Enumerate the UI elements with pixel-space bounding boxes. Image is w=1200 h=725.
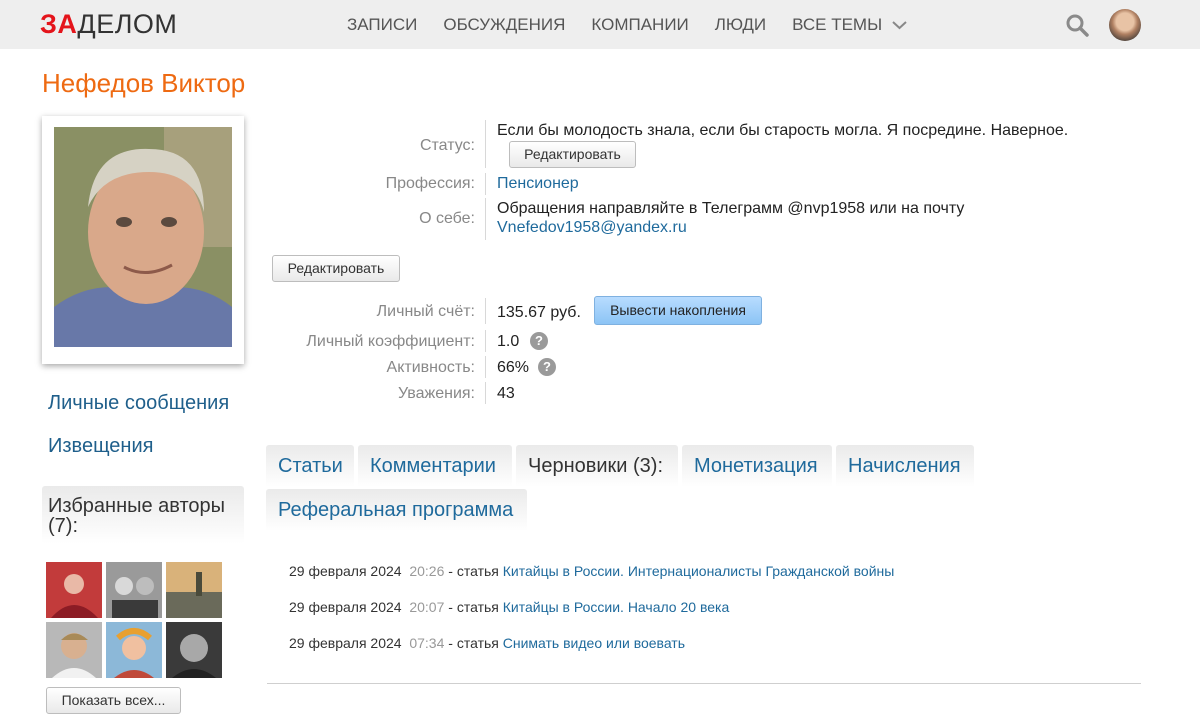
draft-item: 29 февраля 2024 20:07 - статья Китайцы в… bbox=[289, 599, 729, 615]
about-label: О себе: bbox=[419, 210, 475, 227]
profile-photo-frame bbox=[42, 116, 244, 364]
status-value: Если бы молодость знала, если бы старост… bbox=[497, 122, 1069, 139]
site-logo[interactable]: ЗАДЕЛОМ bbox=[40, 9, 177, 39]
tab-comments[interactable]: Комментарии bbox=[358, 445, 512, 487]
tab-accruals[interactable]: Начисления bbox=[836, 445, 974, 487]
info-separator bbox=[485, 298, 486, 324]
profile-photo bbox=[54, 127, 232, 347]
respect-label: Уважения: bbox=[398, 385, 475, 402]
draft-type: - статья bbox=[448, 563, 499, 579]
favorite-author-avatar[interactable] bbox=[106, 622, 162, 678]
draft-title-link[interactable]: Снимать видео или воевать bbox=[503, 635, 685, 651]
info-separator bbox=[485, 330, 486, 352]
edit-profile-button[interactable]: Редактировать bbox=[272, 255, 400, 282]
about-text: Обращения направляйте в Телеграмм @nvp19… bbox=[497, 200, 965, 217]
draft-date: 29 февраля 2024 bbox=[289, 563, 402, 579]
info-separator bbox=[485, 173, 486, 195]
help-icon[interactable]: ? bbox=[530, 332, 548, 350]
favorite-author-avatar[interactable] bbox=[46, 562, 102, 618]
nav-item-records[interactable]: ЗАПИСИ bbox=[347, 15, 417, 35]
nav-item-discussions[interactable]: ОБСУЖДЕНИЯ bbox=[443, 15, 565, 35]
favorite-authors-grid bbox=[46, 562, 224, 678]
user-avatar[interactable] bbox=[1109, 9, 1141, 41]
coefficient-label: Личный коэффициент: bbox=[306, 333, 475, 350]
page-title: Нефедов Виктор bbox=[42, 68, 246, 98]
help-icon[interactable]: ? bbox=[538, 358, 556, 376]
profession-link[interactable]: Пенсионер bbox=[497, 175, 579, 193]
tab-referral-program[interactable]: Реферальная программа bbox=[266, 489, 527, 531]
nav-item-all-topics-label: ВСЕ ТЕМЫ bbox=[792, 14, 883, 34]
about-email-link[interactable]: Vnefedov1958@yandex.ru bbox=[497, 219, 687, 237]
search-icon[interactable] bbox=[1065, 13, 1089, 37]
account-value: 135.67 руб. bbox=[497, 304, 581, 321]
favorite-author-avatar[interactable] bbox=[106, 562, 162, 618]
top-header: ЗАДЕЛОМ ЗАПИСИ ОБСУЖДЕНИЯ КОМПАНИИ ЛЮДИ … bbox=[0, 0, 1200, 49]
nav-item-all-topics[interactable]: ВСЕ ТЕМЫ bbox=[792, 15, 907, 35]
activity-value: 66% bbox=[497, 359, 530, 376]
private-messages-link[interactable]: Личные сообщения bbox=[48, 392, 229, 415]
info-separator bbox=[485, 356, 486, 378]
main-nav: ЗАПИСИ ОБСУЖДЕНИЯ КОМПАНИИ ЛЮДИ ВСЕ ТЕМЫ bbox=[347, 0, 907, 49]
info-separator bbox=[485, 198, 486, 240]
draft-type: - статья bbox=[448, 635, 499, 651]
profession-label: Профессия: bbox=[385, 175, 475, 192]
draft-title-link[interactable]: Китайцы в России. Начало 20 века bbox=[503, 599, 729, 615]
edit-status-button[interactable]: Редактировать bbox=[509, 141, 636, 168]
nav-item-companies[interactable]: КОМПАНИИ bbox=[591, 15, 688, 35]
status-label: Статус: bbox=[419, 137, 475, 154]
draft-time: 07:34 bbox=[409, 635, 445, 651]
account-label: Личный счёт: bbox=[376, 303, 475, 320]
info-separator bbox=[485, 382, 486, 404]
favorite-authors-title: Избранные авторы (7): bbox=[48, 495, 226, 537]
logo-red-part: ЗА bbox=[40, 9, 78, 39]
draft-time: 20:26 bbox=[409, 563, 445, 579]
notifications-link[interactable]: Извещения bbox=[48, 435, 153, 458]
profile-photo-art bbox=[54, 127, 232, 347]
coefficient-value: 1.0 bbox=[497, 333, 520, 350]
favorite-authors-header: Избранные авторы (7): bbox=[42, 486, 244, 544]
info-separator bbox=[485, 120, 486, 168]
draft-time: 20:07 bbox=[409, 599, 445, 615]
draft-date: 29 февраля 2024 bbox=[289, 599, 402, 615]
favorite-author-avatar[interactable] bbox=[166, 622, 222, 678]
favorite-author-avatar[interactable] bbox=[166, 562, 222, 618]
draft-item: 29 февраля 2024 20:26 - статья Китайцы в… bbox=[289, 563, 894, 579]
withdraw-button[interactable]: Вывести накопления bbox=[594, 296, 762, 325]
draft-item: 29 февраля 2024 07:34 - статья Снимать в… bbox=[289, 635, 685, 651]
draft-date: 29 февраля 2024 bbox=[289, 635, 402, 651]
chevron-down-icon bbox=[892, 20, 907, 29]
favorite-author-avatar[interactable] bbox=[46, 622, 102, 678]
tab-drafts[interactable]: Черновики (3): bbox=[516, 445, 678, 487]
draft-type: - статья bbox=[448, 599, 499, 615]
tab-monetization[interactable]: Монетизация bbox=[682, 445, 832, 487]
respect-value: 43 bbox=[497, 385, 515, 402]
content-divider bbox=[267, 683, 1141, 684]
draft-title-link[interactable]: Китайцы в России. Интернационалисты Граж… bbox=[503, 563, 895, 579]
logo-dark-part: ДЕЛОМ bbox=[77, 9, 178, 39]
show-all-favorites-button[interactable]: Показать всех... bbox=[46, 687, 181, 714]
nav-item-people[interactable]: ЛЮДИ bbox=[715, 15, 766, 35]
activity-label: Активность: bbox=[386, 359, 475, 376]
tab-articles[interactable]: Статьи bbox=[266, 445, 354, 487]
